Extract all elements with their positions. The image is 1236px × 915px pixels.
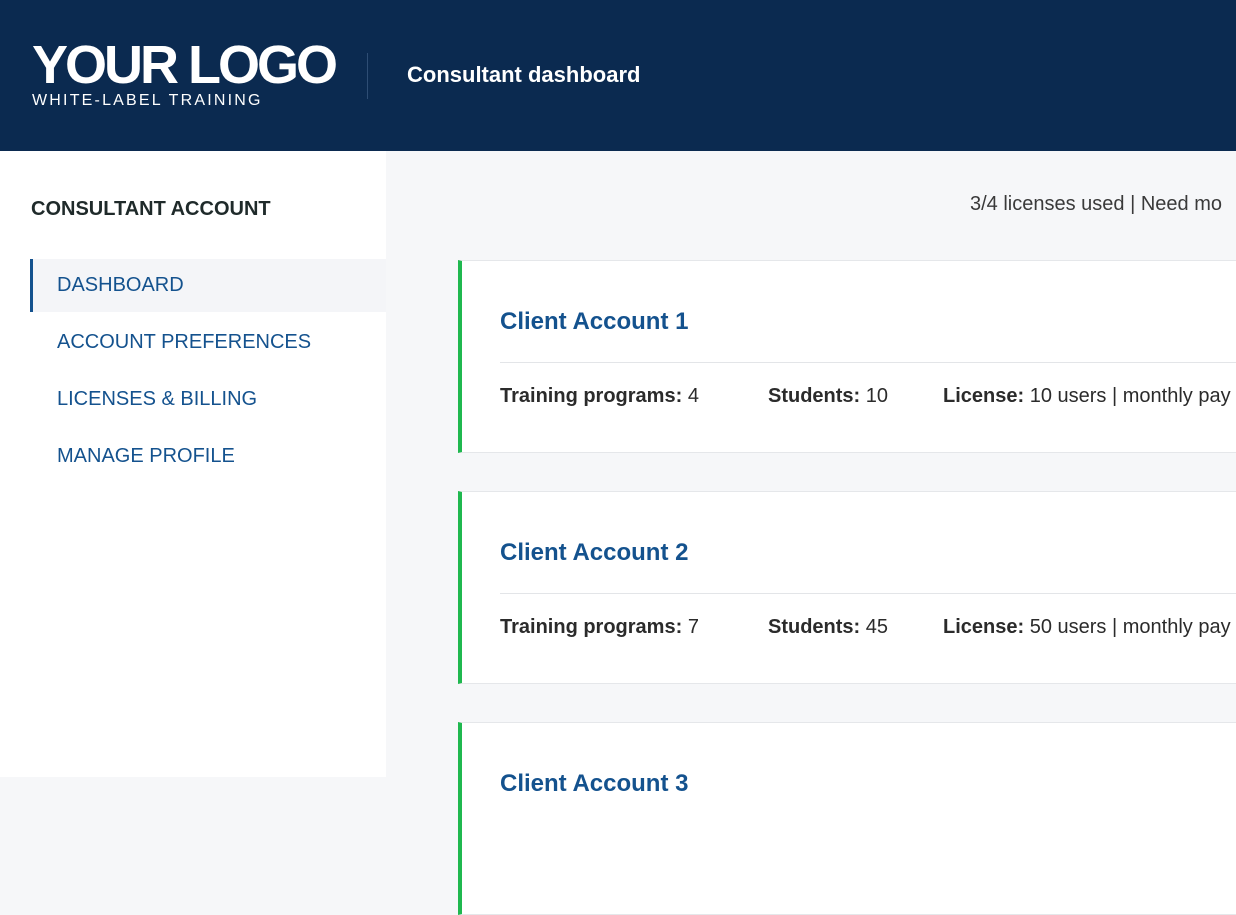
training-programs-stat: Training programs: 4 — [500, 385, 699, 408]
license-usage-text[interactable]: 3/4 licenses used | Need mo — [970, 193, 1222, 216]
logo-wordmark: YOUR LOGO — [32, 35, 338, 95]
license-stat: License: 50 users | monthly pay — [943, 616, 1231, 639]
top-header: YOUR LOGO WHITE-LABEL TRAINING Consultan… — [0, 0, 1236, 151]
card-divider — [500, 362, 1236, 363]
header-divider — [367, 53, 368, 99]
sidebar-item-account-preferences[interactable]: ACCOUNT PREFERENCES — [30, 316, 386, 369]
sidebar-heading: CONSULTANT ACCOUNT — [31, 198, 271, 220]
sidebar-item-manage-profile[interactable]: MANAGE PROFILE — [30, 430, 386, 483]
sidebar: CONSULTANT ACCOUNT DASHBOARD ACCOUNT PRE… — [0, 151, 386, 777]
stat-label: Students: — [768, 616, 861, 638]
brand-logo[interactable]: YOUR LOGO WHITE-LABEL TRAINING — [32, 35, 338, 110]
stat-label: Training programs: — [500, 385, 683, 407]
students-stat: Students: 10 — [768, 385, 888, 408]
training-programs-stat: Training programs: 7 — [500, 616, 699, 639]
page-title: Consultant dashboard — [407, 62, 641, 87]
stat-label: License: — [943, 385, 1025, 407]
stat-label: Students: — [768, 385, 861, 407]
client-card: Client Account 3 — [458, 722, 1236, 915]
license-stat: License: 10 users | monthly pay — [943, 385, 1231, 408]
sidebar-nav: DASHBOARD ACCOUNT PREFERENCES LICENSES &… — [30, 259, 386, 487]
stat-value: 10 — [865, 385, 889, 407]
sidebar-item-licenses-billing[interactable]: LICENSES & BILLING — [30, 373, 386, 426]
sidebar-item-dashboard[interactable]: DASHBOARD — [30, 259, 386, 312]
stat-value: 10 users | monthly pay — [1029, 385, 1231, 407]
client-card: Client Account 2 Training programs: 7 St… — [458, 491, 1236, 684]
students-stat: Students: 45 — [768, 616, 888, 639]
card-divider — [500, 593, 1236, 594]
stat-value: 7 — [687, 616, 699, 638]
client-name-link[interactable]: Client Account 3 — [500, 770, 688, 798]
stat-value: 4 — [687, 385, 699, 407]
stat-value: 45 — [865, 616, 889, 638]
stat-label: Training programs: — [500, 616, 683, 638]
stat-value: 50 users | monthly pay — [1029, 616, 1231, 638]
client-name-link[interactable]: Client Account 2 — [500, 539, 688, 567]
client-name-link[interactable]: Client Account 1 — [500, 308, 688, 336]
client-card: Client Account 1 Training programs: 4 St… — [458, 260, 1236, 453]
stat-label: License: — [943, 616, 1025, 638]
